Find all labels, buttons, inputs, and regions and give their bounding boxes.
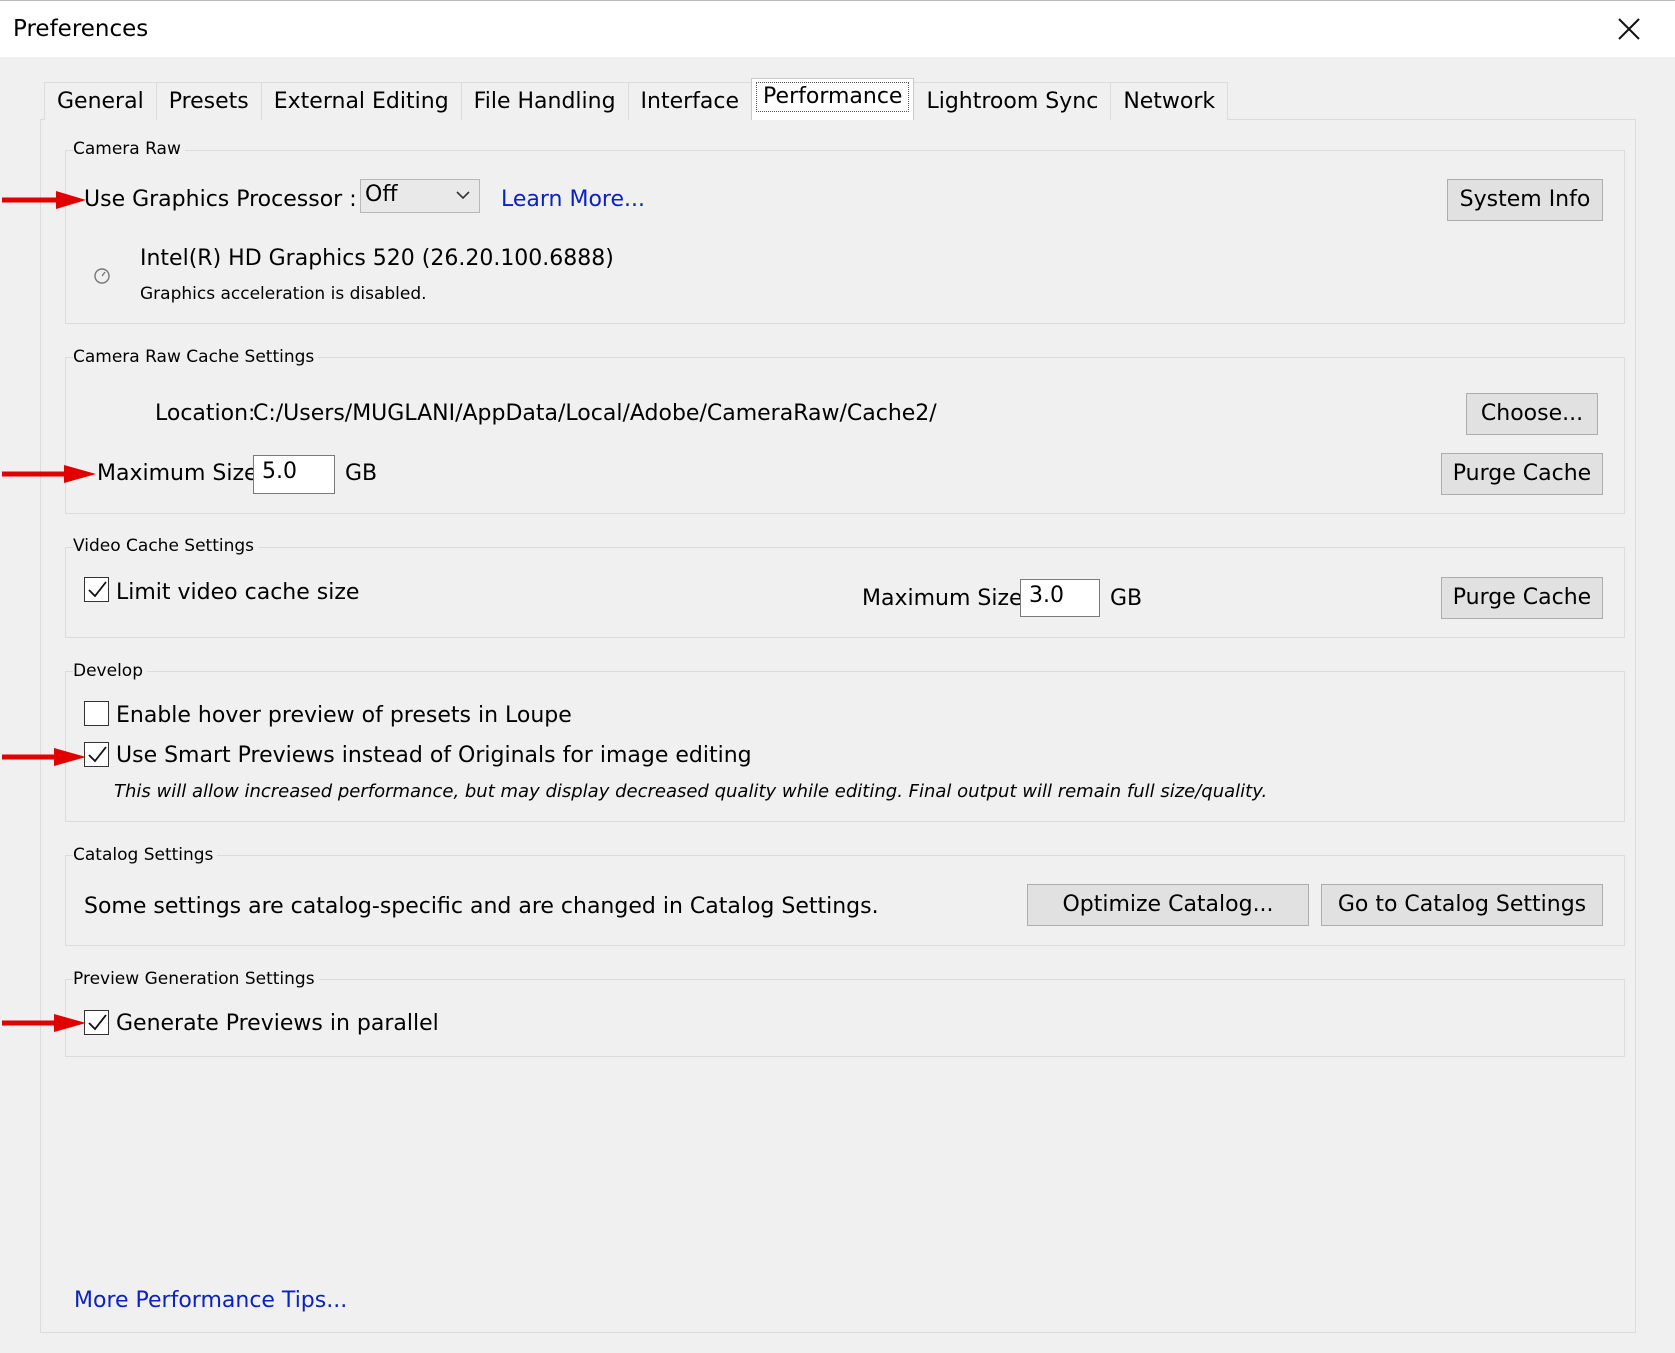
gpu-select[interactable]: Off <box>360 179 480 213</box>
preview-generation-title: Preview Generation Settings <box>73 969 319 989</box>
catalog-title: Catalog Settings <box>73 845 218 865</box>
generate-parallel-label: Generate Previews in parallel <box>116 1011 439 1036</box>
tab-performance-label: Performance <box>756 82 910 112</box>
hover-preview-checkbox[interactable] <box>84 701 109 726</box>
close-icon <box>1618 18 1640 40</box>
tab-general[interactable]: General <box>44 82 157 120</box>
cache-unit: GB <box>345 461 378 486</box>
video-cache-unit: GB <box>1110 586 1143 611</box>
chevron-down-icon <box>455 182 471 217</box>
go-to-catalog-settings-button[interactable]: Go to Catalog Settings <box>1321 884 1603 926</box>
optimize-catalog-button[interactable]: Optimize Catalog... <box>1027 884 1309 926</box>
smart-previews-label: Use Smart Previews instead of Originals … <box>116 743 752 768</box>
tab-lightroom-sync[interactable]: Lightroom Sync <box>913 82 1112 120</box>
develop-title: Develop <box>73 661 147 681</box>
camera-raw-title: Camera Raw <box>73 139 185 159</box>
tab-interface[interactable]: Interface <box>627 82 753 120</box>
tab-performance[interactable]: Performance <box>751 78 915 120</box>
annotation-arrow-icon <box>2 748 86 766</box>
hover-preview-label: Enable hover preview of presets in Loupe <box>116 703 572 728</box>
video-cache-title: Video Cache Settings <box>73 536 259 556</box>
cache-location-value: C:/Users/MUGLANI/AppData/Local/Adobe/Cam… <box>253 401 937 426</box>
purge-video-cache-button[interactable]: Purge Cache <box>1441 577 1603 619</box>
annotation-arrow-icon <box>2 191 86 209</box>
tab-strip: General Presets External Editing File Ha… <box>44 78 1229 120</box>
camera-raw-cache-title: Camera Raw Cache Settings <box>73 347 319 367</box>
video-cache-max-size-input[interactable]: 3.0 <box>1020 579 1100 617</box>
gpu-status-text: Graphics acceleration is disabled. <box>140 284 427 304</box>
gpu-status-icon <box>93 267 111 289</box>
annotation-arrow-icon <box>2 1014 86 1032</box>
title-bar: Preferences <box>0 0 1675 57</box>
catalog-description: Some settings are catalog-specific and a… <box>84 894 879 919</box>
tab-file-handling[interactable]: File Handling <box>460 82 629 120</box>
limit-video-cache-label: Limit video cache size <box>116 580 360 605</box>
gpu-name: Intel(R) HD Graphics 520 (26.20.100.6888… <box>140 246 614 271</box>
gpu-select-value: Off <box>365 182 398 207</box>
tab-external-editing[interactable]: External Editing <box>260 82 462 120</box>
cache-max-label: Maximum Size: <box>97 461 265 486</box>
smart-previews-note: This will allow increased performance, b… <box>114 781 1268 802</box>
more-performance-tips-link[interactable]: More Performance Tips... <box>74 1288 347 1313</box>
gpu-label: Use Graphics Processor : <box>84 187 357 212</box>
window-title: Preferences <box>13 16 149 42</box>
choose-cache-button[interactable]: Choose... <box>1466 393 1598 435</box>
limit-video-cache-checkbox[interactable] <box>84 577 109 602</box>
checkmark-icon <box>88 581 107 598</box>
tab-network[interactable]: Network <box>1110 82 1229 120</box>
cache-max-size-input[interactable]: 5.0 <box>253 455 335 494</box>
purge-camera-raw-cache-button[interactable]: Purge Cache <box>1441 453 1603 495</box>
close-button[interactable] <box>1613 13 1645 45</box>
cache-location-label: Location: <box>155 401 256 426</box>
video-cache-max-label: Maximum Size: <box>862 586 1030 611</box>
system-info-button[interactable]: System Info <box>1447 179 1603 221</box>
tab-presets[interactable]: Presets <box>155 82 262 120</box>
annotation-arrow-icon <box>2 465 96 483</box>
learn-more-link[interactable]: Learn More... <box>501 187 645 212</box>
